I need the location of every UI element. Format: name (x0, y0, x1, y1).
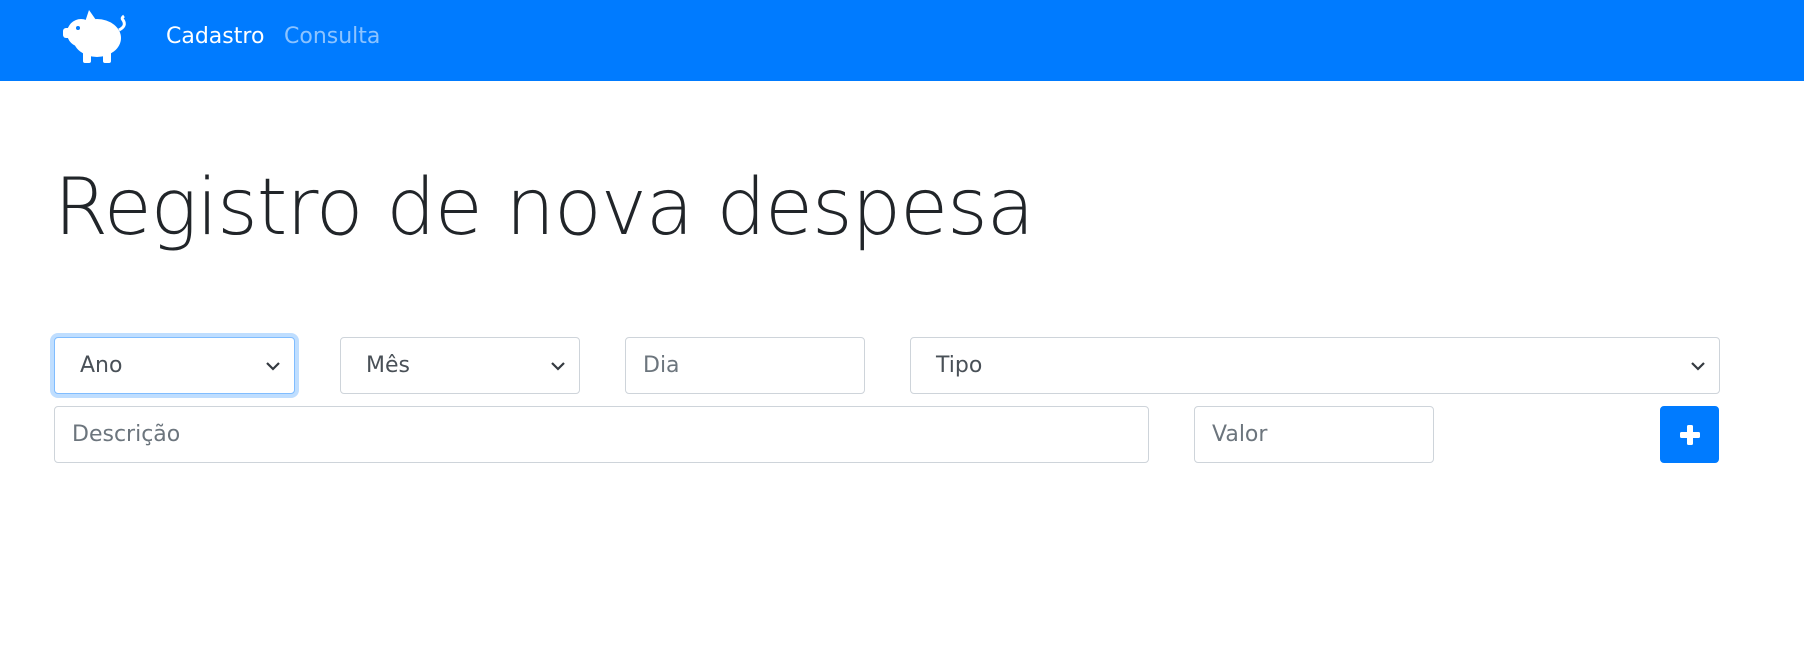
tipo-select[interactable]: Tipo (910, 337, 1720, 394)
chevron-down-icon (266, 362, 280, 371)
nav-link-consulta[interactable]: Consulta (284, 23, 380, 51)
chevron-down-icon (1691, 362, 1705, 371)
ano-select-value: Ano (80, 353, 123, 378)
plus-icon (1680, 425, 1700, 445)
ano-select[interactable]: Ano (54, 337, 295, 394)
navbar: Cadastro Consulta (0, 0, 1804, 81)
mes-select[interactable]: Mês (340, 337, 580, 394)
add-expense-button[interactable] (1660, 406, 1719, 463)
dia-input[interactable] (625, 337, 865, 394)
mes-select-value: Mês (366, 353, 410, 378)
descricao-input[interactable] (54, 406, 1149, 463)
page-title: Registro de nova despesa (54, 163, 1035, 253)
tipo-select-value: Tipo (936, 353, 983, 378)
chevron-down-icon (551, 362, 565, 371)
piggy-bank-icon[interactable] (63, 8, 129, 64)
valor-input[interactable] (1194, 406, 1434, 463)
nav-link-cadastro[interactable]: Cadastro (166, 23, 264, 51)
